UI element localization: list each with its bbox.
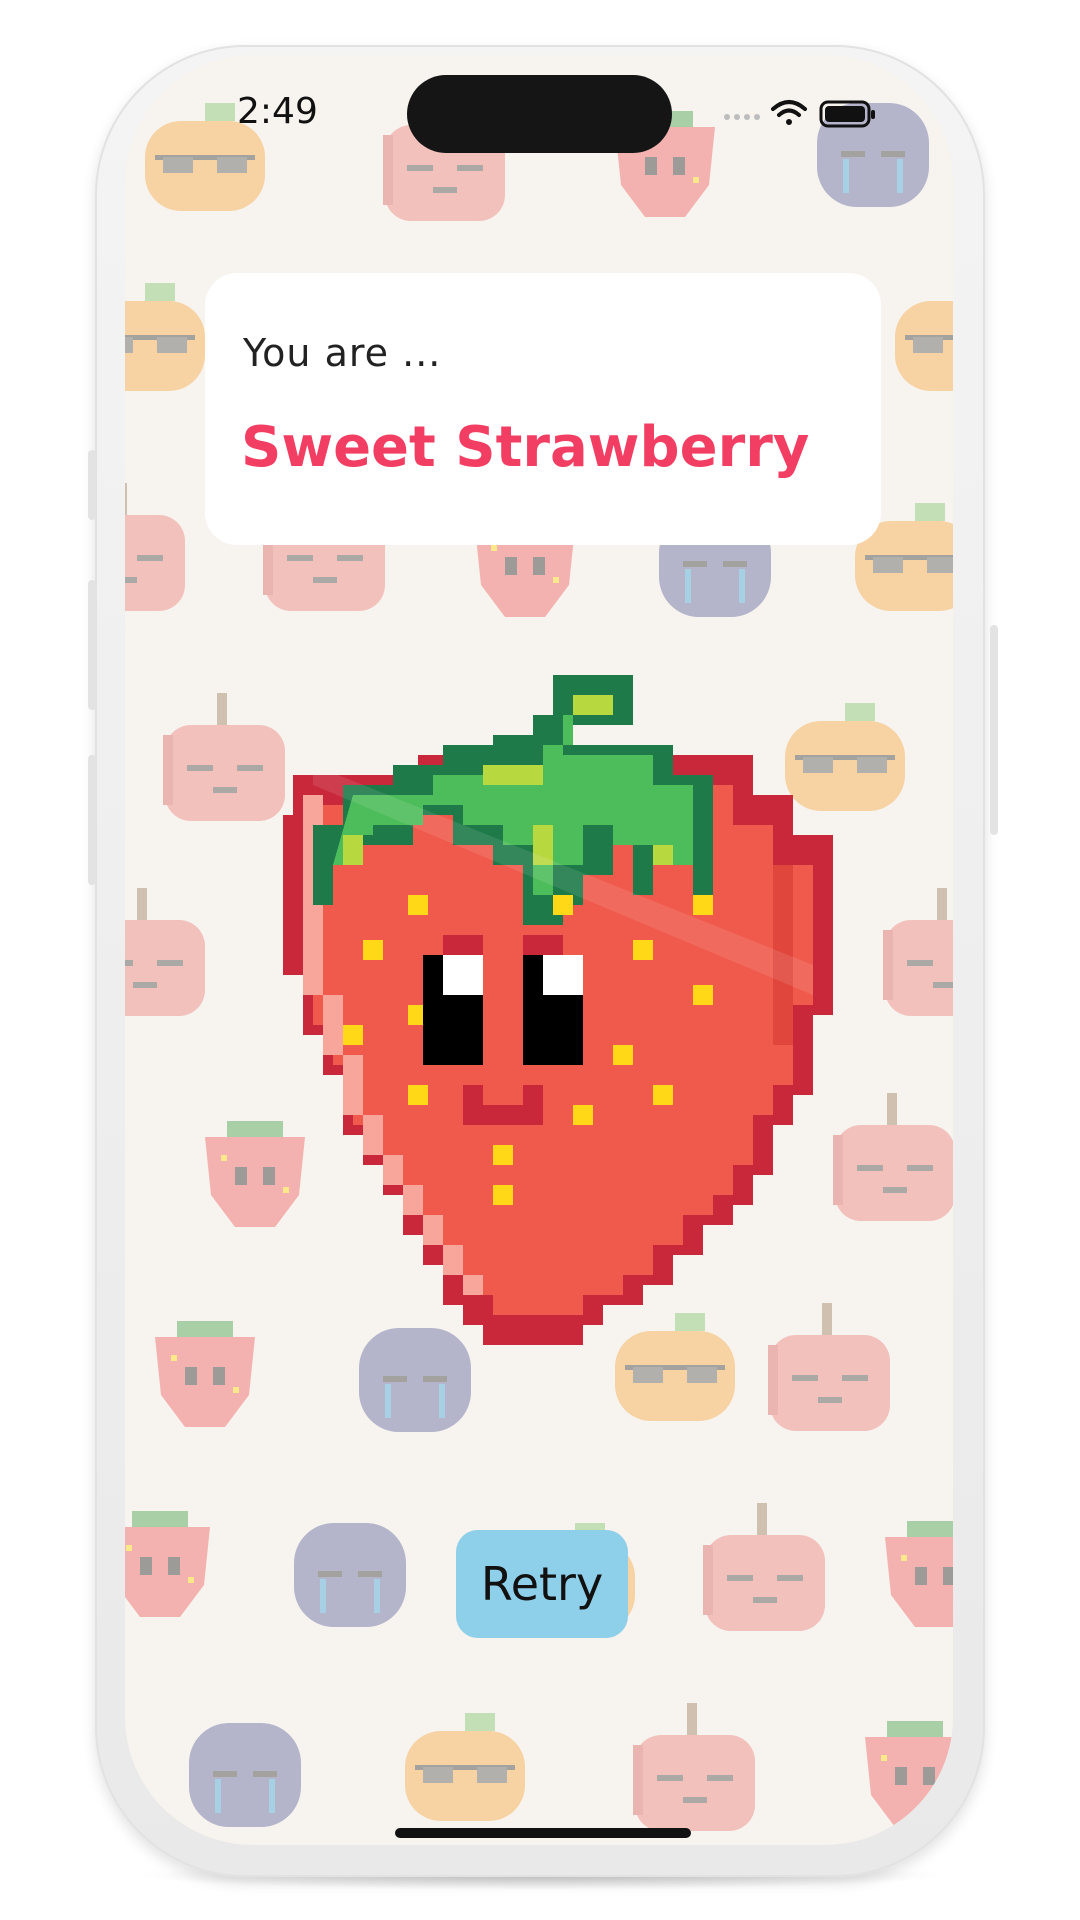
- home-indicator[interactable]: [395, 1828, 691, 1838]
- result-prefix: You are ...: [243, 331, 442, 375]
- app-screen: 2:49 You are ... Sweet Strawberry Retry: [125, 55, 953, 1845]
- status-icons-svg: [724, 100, 875, 128]
- dynamic-island: [407, 75, 672, 153]
- status-time: 2:49: [237, 91, 318, 132]
- cellular-dots-icon: [724, 114, 760, 120]
- wifi-icon: [771, 100, 807, 125]
- result-card: You are ... Sweet Strawberry: [205, 273, 881, 545]
- retry-button[interactable]: Retry: [456, 1530, 628, 1638]
- strawberry-pixel-art: [283, 675, 833, 1345]
- action-button: [88, 450, 96, 520]
- status-icons: [723, 95, 883, 131]
- result-title: Sweet Strawberry: [241, 415, 810, 480]
- battery-icon: [819, 100, 875, 128]
- strawberry-pixel-icon: [233, 665, 853, 1415]
- volume-down-button: [88, 755, 96, 885]
- power-button: [990, 625, 998, 835]
- volume-up-button: [88, 580, 96, 710]
